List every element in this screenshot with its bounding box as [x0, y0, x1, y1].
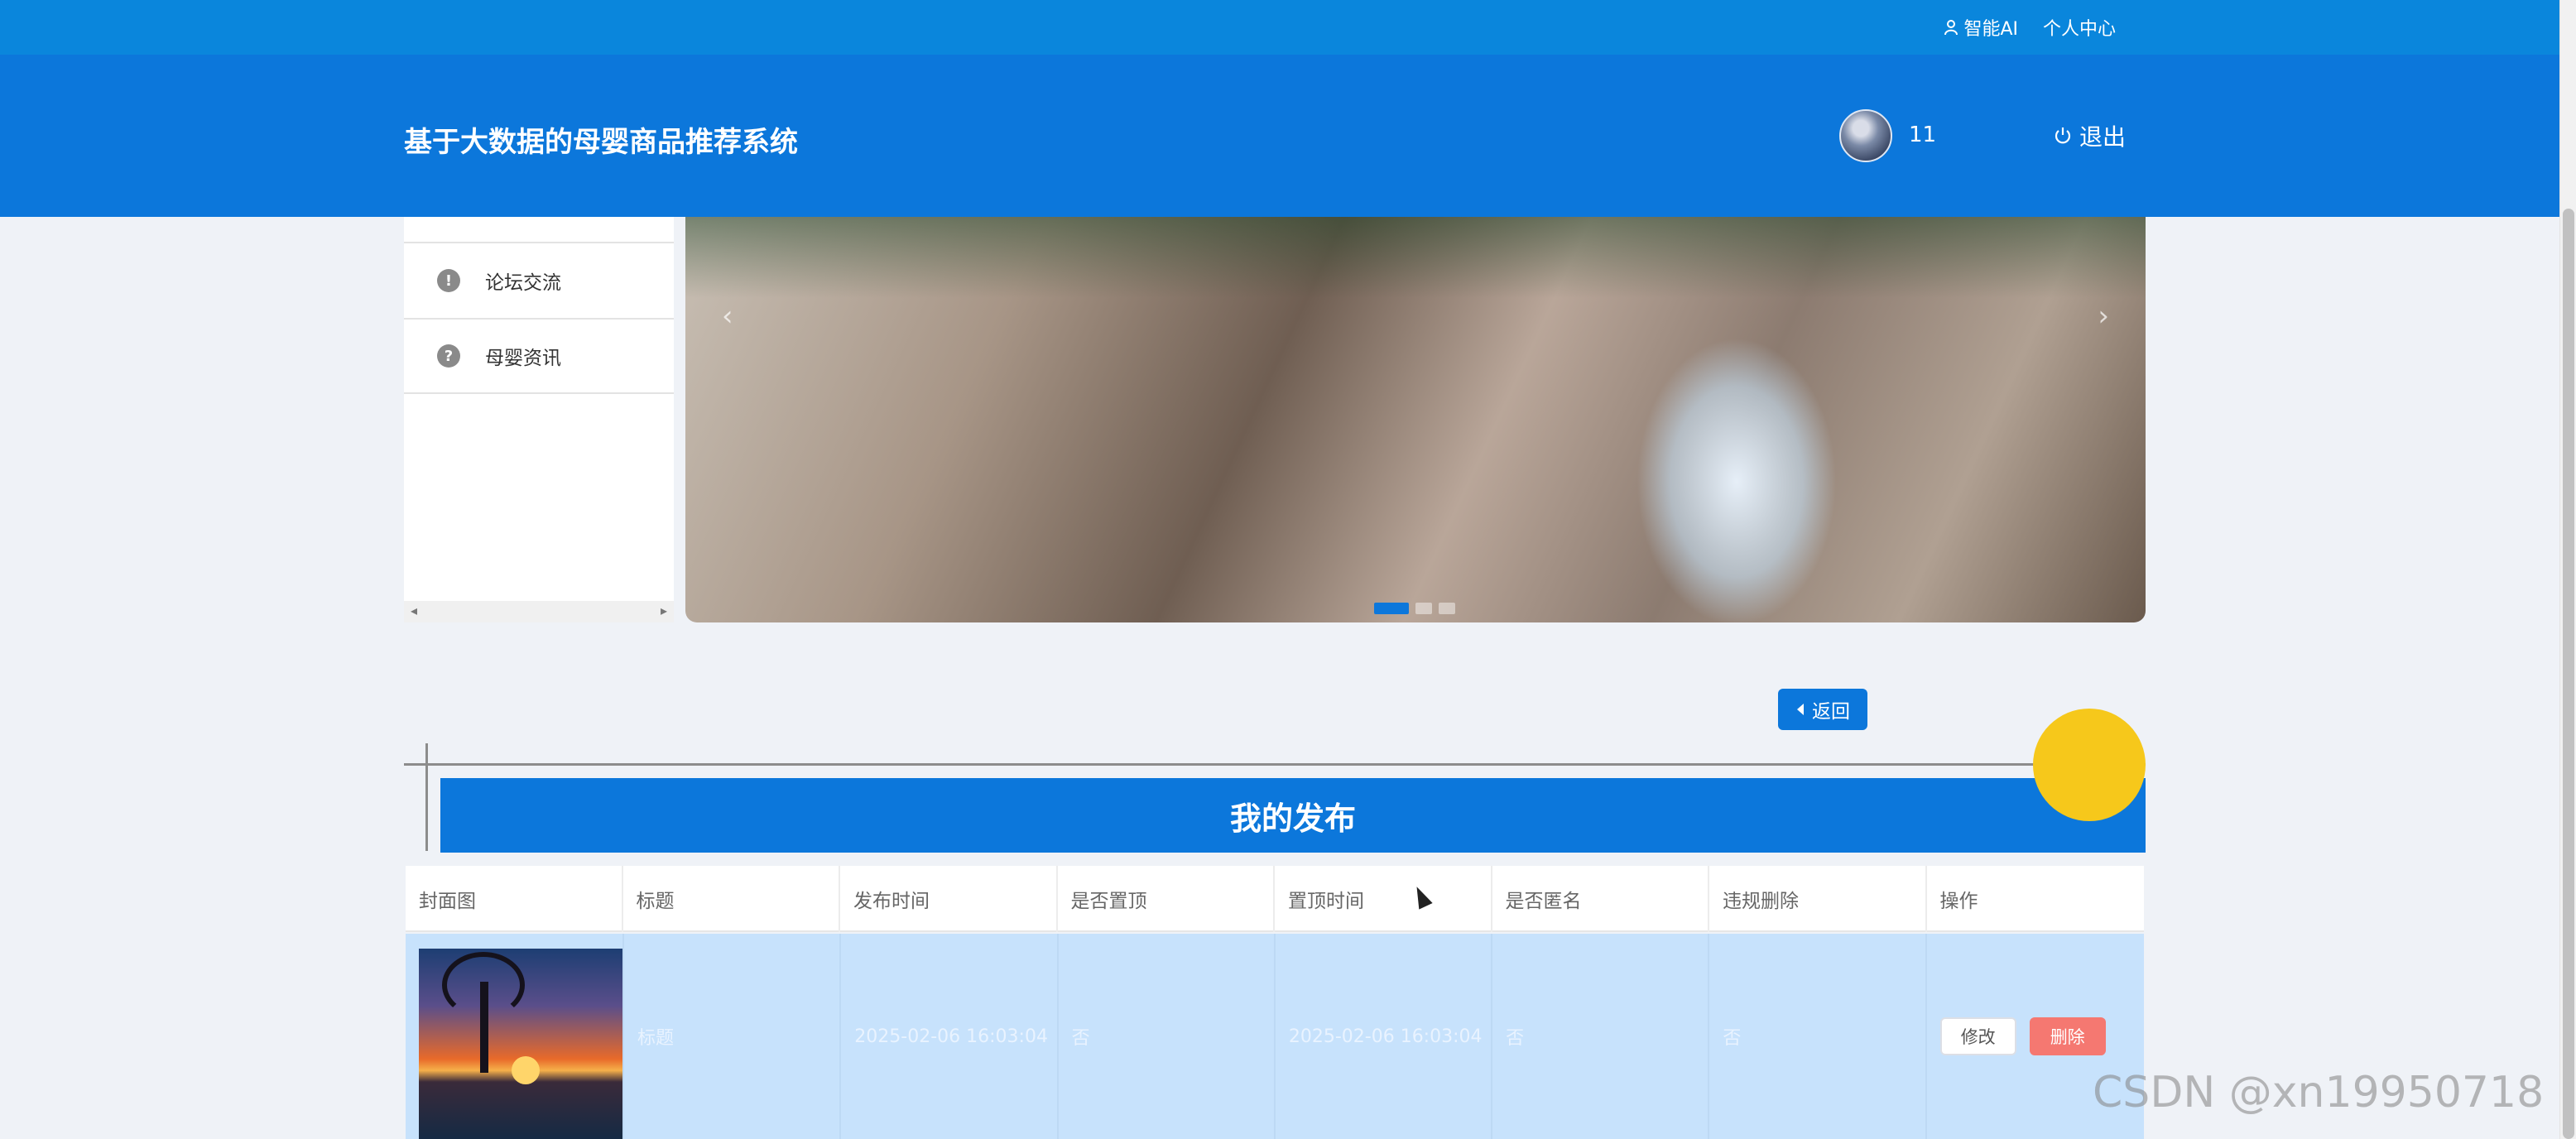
personal-center-link[interactable]: 个人中心: [2043, 14, 2116, 41]
carousel-dot[interactable]: [1374, 603, 1409, 614]
back-button[interactable]: 返回: [1778, 689, 1867, 730]
violation-cell: 否: [1709, 934, 1927, 1139]
section-title-text: 我的发布: [1229, 800, 1356, 837]
column-header: 操作: [1939, 891, 1978, 912]
column-header: 置顶时间: [1275, 866, 1492, 932]
sidebar-item-news[interactable]: ? 母婴资讯: [404, 318, 674, 394]
is-top-cell: 否: [1059, 934, 1276, 1139]
cover-cell: [406, 934, 624, 1139]
column-header: 标题: [623, 866, 840, 932]
column-header: 封面图: [406, 866, 623, 932]
carousel-dot[interactable]: [1439, 603, 1455, 614]
title-cell: 标题: [624, 934, 842, 1139]
page-scrollbar[interactable]: [2559, 0, 2576, 1139]
decorative-line: [404, 763, 2146, 766]
username: 11: [1909, 123, 1937, 147]
top-links: 智能AI 个人中心: [1944, 0, 2116, 55]
sidebar-item-label: 论坛交流: [485, 272, 561, 294]
column-header: 发布时间: [840, 866, 1058, 932]
scroll-left-icon[interactable]: ◂: [411, 603, 417, 618]
edit-button[interactable]: 修改: [1939, 1017, 2016, 1055]
site-title: 基于大数据的母婴商品推荐系统: [404, 126, 798, 159]
decorative-line: [425, 743, 428, 851]
smart-ai-label: 智能AI: [1963, 19, 2018, 40]
delete-button[interactable]: 删除: [2029, 1017, 2106, 1055]
table-header: 封面图 标题 发布时间 是否置顶 置顶时间 是否匿名 违规删除 操作: [406, 866, 2144, 932]
publish-time-cell: 2025-02-06 16:03:04: [841, 934, 1059, 1139]
decorative-circle: [2033, 709, 2146, 821]
power-icon: [2055, 127, 2071, 144]
tree-trunk: [480, 982, 488, 1073]
exclamation-icon: !: [437, 269, 460, 292]
section-title: 我的发布: [440, 778, 2146, 853]
anonymous-cell: 否: [1492, 934, 1710, 1139]
sun: [512, 1056, 540, 1084]
header: [0, 55, 2559, 217]
sidebar-item-forum[interactable]: ! 论坛交流: [404, 242, 674, 318]
user-icon: [1944, 20, 1958, 36]
logout-button[interactable]: 退出: [2053, 119, 2126, 152]
sidebar-item-label: 母婴资讯: [485, 348, 561, 369]
table-row[interactable]: 标题 2025-02-06 16:03:04 否 2025-02-06 16:0…: [406, 934, 2144, 1139]
logout-label: 退出: [2079, 123, 2127, 151]
top-time-cell: 2025-02-06 16:03:04: [1276, 934, 1493, 1139]
scroll-right-icon[interactable]: ▸: [661, 603, 667, 618]
column-header: 违规删除: [1709, 866, 1927, 932]
watermark: CSDN @xn19950718: [2093, 1068, 2545, 1117]
carousel-dot[interactable]: [1415, 603, 1432, 614]
column-header: 是否置顶: [1058, 866, 1275, 932]
posts-table: 封面图 标题 发布时间 是否置顶 置顶时间 是否匿名 违规删除 操作 标题 20…: [406, 866, 2144, 1139]
question-icon: ?: [437, 344, 460, 368]
carousel-indicators: [1374, 603, 1455, 614]
avatar[interactable]: [1839, 109, 1892, 162]
cover-image[interactable]: [419, 949, 622, 1139]
scrollbar-thumb[interactable]: [2563, 209, 2574, 1139]
carousel-prev-icon[interactable]: ‹: [722, 300, 733, 333]
smart-ai-link[interactable]: 智能AI: [1944, 14, 2018, 41]
banner-carousel[interactable]: ‹ ›: [685, 217, 2146, 622]
top-bar: 智能AI 个人中心: [0, 0, 2559, 55]
caret-left-icon: [1797, 704, 1804, 715]
back-label: 返回: [1812, 701, 1850, 723]
column-header: 是否匿名: [1492, 866, 1709, 932]
sidebar: ! 论坛交流 ? 母婴资讯 ◂ ▸: [404, 217, 674, 622]
carousel-next-icon[interactable]: ›: [2098, 300, 2109, 333]
sidebar-horizontal-scrollbar[interactable]: ◂ ▸: [404, 601, 674, 622]
